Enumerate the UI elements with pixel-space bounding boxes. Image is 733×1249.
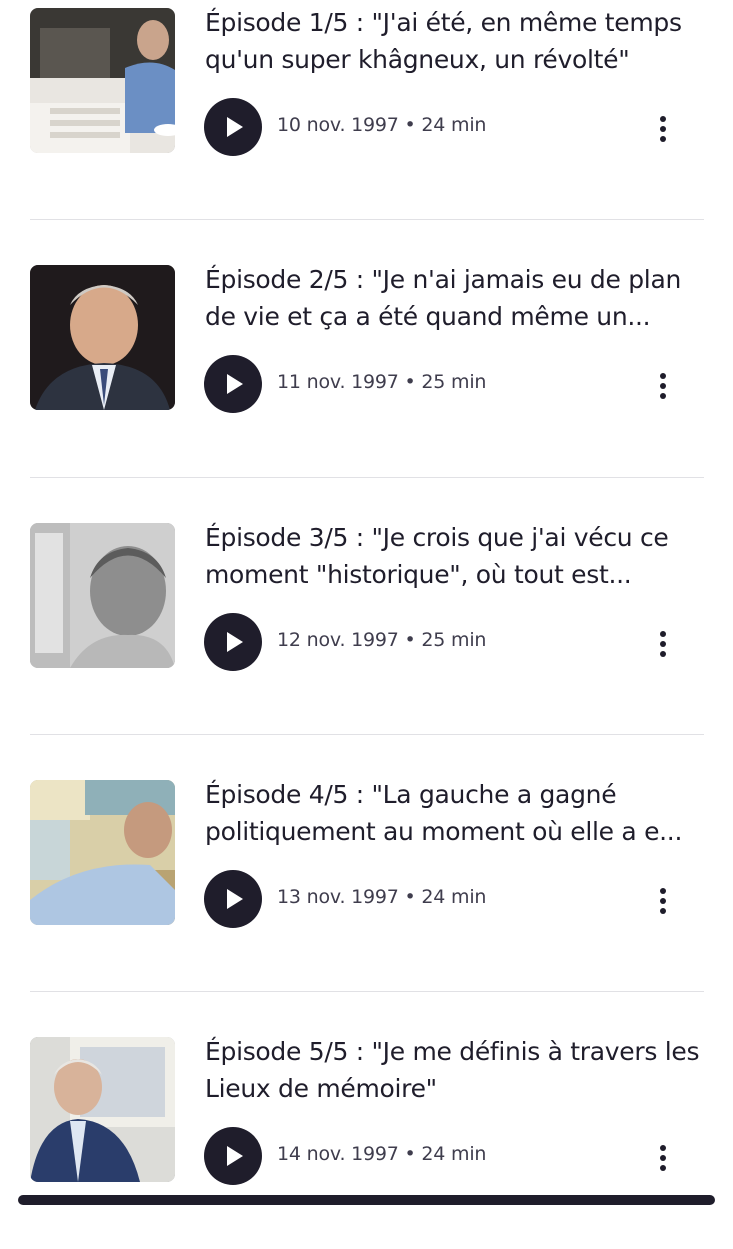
episode-title[interactable]: Épisode 2/5 : "Je n'ai jamais eu de plan… bbox=[205, 261, 705, 335]
episode-duration: 24 min bbox=[421, 114, 487, 136]
more-options-button[interactable] bbox=[650, 365, 676, 405]
portrait-photo-icon bbox=[30, 523, 175, 668]
episode-item-1[interactable]: Épisode 1/5 : "J'ai été, en même temps q… bbox=[0, 0, 733, 220]
episode-duration: 25 min bbox=[421, 629, 487, 651]
episode-meta: 12 nov. 1997 • 25 min bbox=[277, 629, 486, 651]
portrait-photo-icon bbox=[30, 265, 175, 410]
more-options-button[interactable] bbox=[650, 1137, 676, 1177]
meta-separator: • bbox=[404, 629, 416, 651]
more-options-button[interactable] bbox=[650, 623, 676, 663]
play-button[interactable] bbox=[204, 870, 262, 928]
episode-thumbnail[interactable] bbox=[30, 523, 175, 668]
episode-date: 11 nov. 1997 bbox=[277, 371, 399, 393]
episode-duration: 25 min bbox=[421, 371, 487, 393]
episode-thumbnail[interactable] bbox=[30, 1037, 175, 1182]
episode-duration: 24 min bbox=[421, 886, 487, 908]
episode-item-3[interactable]: Épisode 3/5 : "Je crois que j'ai vécu ce… bbox=[0, 515, 733, 735]
meta-separator: • bbox=[404, 114, 416, 136]
episode-meta: 13 nov. 1997 • 24 min bbox=[277, 886, 486, 908]
more-dots-icon bbox=[660, 373, 666, 379]
episode-title[interactable]: Épisode 5/5 : "Je me définis à travers l… bbox=[205, 1033, 705, 1107]
episode-title[interactable]: Épisode 1/5 : "J'ai été, en même temps q… bbox=[205, 4, 705, 78]
episode-item-5[interactable]: Épisode 5/5 : "Je me définis à travers l… bbox=[0, 1029, 733, 1249]
episode-meta: 11 nov. 1997 • 25 min bbox=[277, 371, 486, 393]
play-icon bbox=[227, 117, 243, 137]
more-options-button[interactable] bbox=[650, 108, 676, 148]
episode-meta: 10 nov. 1997 • 24 min bbox=[277, 114, 486, 136]
divider bbox=[30, 219, 704, 220]
more-dots-icon bbox=[660, 116, 666, 122]
divider bbox=[30, 991, 704, 992]
more-dots-icon bbox=[660, 888, 666, 894]
episode-date: 13 nov. 1997 bbox=[277, 886, 399, 908]
play-icon bbox=[227, 374, 243, 394]
portrait-photo-icon bbox=[30, 1037, 175, 1182]
episode-title[interactable]: Épisode 4/5 : "La gauche a gagné politiq… bbox=[205, 776, 705, 850]
episode-date: 10 nov. 1997 bbox=[277, 114, 399, 136]
episode-thumbnail[interactable] bbox=[30, 780, 175, 925]
more-options-button[interactable] bbox=[650, 880, 676, 920]
meta-separator: • bbox=[404, 1143, 416, 1165]
bottom-player-bar[interactable] bbox=[18, 1195, 715, 1205]
play-icon bbox=[227, 632, 243, 652]
more-dots-icon bbox=[660, 1145, 666, 1151]
episode-duration: 24 min bbox=[421, 1143, 487, 1165]
play-button[interactable] bbox=[204, 1127, 262, 1185]
portrait-photo-icon bbox=[30, 8, 175, 153]
divider bbox=[30, 477, 704, 478]
episode-date: 12 nov. 1997 bbox=[277, 629, 399, 651]
play-icon bbox=[227, 889, 243, 909]
play-icon bbox=[227, 1146, 243, 1166]
episode-meta: 14 nov. 1997 • 24 min bbox=[277, 1143, 486, 1165]
meta-separator: • bbox=[404, 371, 416, 393]
play-button[interactable] bbox=[204, 355, 262, 413]
portrait-photo-icon bbox=[30, 780, 175, 925]
episode-thumbnail[interactable] bbox=[30, 8, 175, 153]
divider bbox=[30, 734, 704, 735]
episode-title[interactable]: Épisode 3/5 : "Je crois que j'ai vécu ce… bbox=[205, 519, 705, 593]
episode-item-4[interactable]: Épisode 4/5 : "La gauche a gagné politiq… bbox=[0, 772, 733, 992]
play-button[interactable] bbox=[204, 98, 262, 156]
meta-separator: • bbox=[404, 886, 416, 908]
episode-thumbnail[interactable] bbox=[30, 265, 175, 410]
more-dots-icon bbox=[660, 631, 666, 637]
episode-item-2[interactable]: Épisode 2/5 : "Je n'ai jamais eu de plan… bbox=[0, 257, 733, 477]
episode-date: 14 nov. 1997 bbox=[277, 1143, 399, 1165]
play-button[interactable] bbox=[204, 613, 262, 671]
